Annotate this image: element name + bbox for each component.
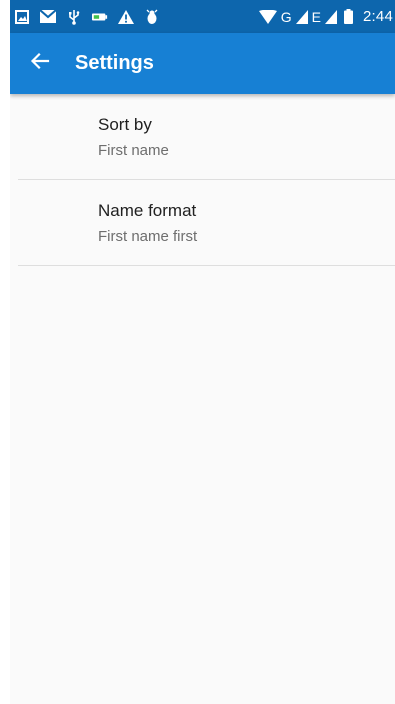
setting-title: Name format	[98, 201, 197, 220]
setting-name-format[interactable]: Name format First name first	[10, 180, 395, 266]
system-icons: G E 2:44	[258, 8, 393, 25]
android-debug-icon	[144, 9, 160, 25]
warning-icon	[118, 9, 134, 25]
image-icon	[14, 9, 30, 25]
network-type-e: E	[311, 8, 321, 25]
network-type-g: G	[280, 8, 292, 25]
battery-icon	[341, 9, 355, 25]
divider	[18, 265, 395, 266]
usb-icon	[66, 9, 82, 25]
status-bar: G E 2:44	[10, 0, 395, 33]
notification-icons	[14, 9, 160, 25]
wifi-icon	[258, 9, 277, 25]
battery-saver-icon	[92, 9, 108, 25]
app-bar: Settings	[10, 33, 395, 94]
settings-list: Sort by First name Name format First nam…	[10, 94, 395, 266]
arrow-back-icon	[30, 51, 50, 76]
setting-title: Sort by	[98, 115, 152, 134]
back-button[interactable]	[10, 33, 70, 94]
setting-summary: First name	[98, 142, 169, 159]
settings-screen: G E 2:44 Settings Sort by First name Nam…	[10, 0, 395, 704]
setting-sort-by[interactable]: Sort by First name	[10, 94, 395, 180]
mail-icon	[40, 9, 56, 25]
page-title: Settings	[75, 52, 154, 74]
signal-icon	[295, 9, 308, 25]
status-time: 2:44	[363, 8, 393, 25]
setting-summary: First name first	[98, 228, 198, 245]
signal-icon	[325, 9, 337, 25]
